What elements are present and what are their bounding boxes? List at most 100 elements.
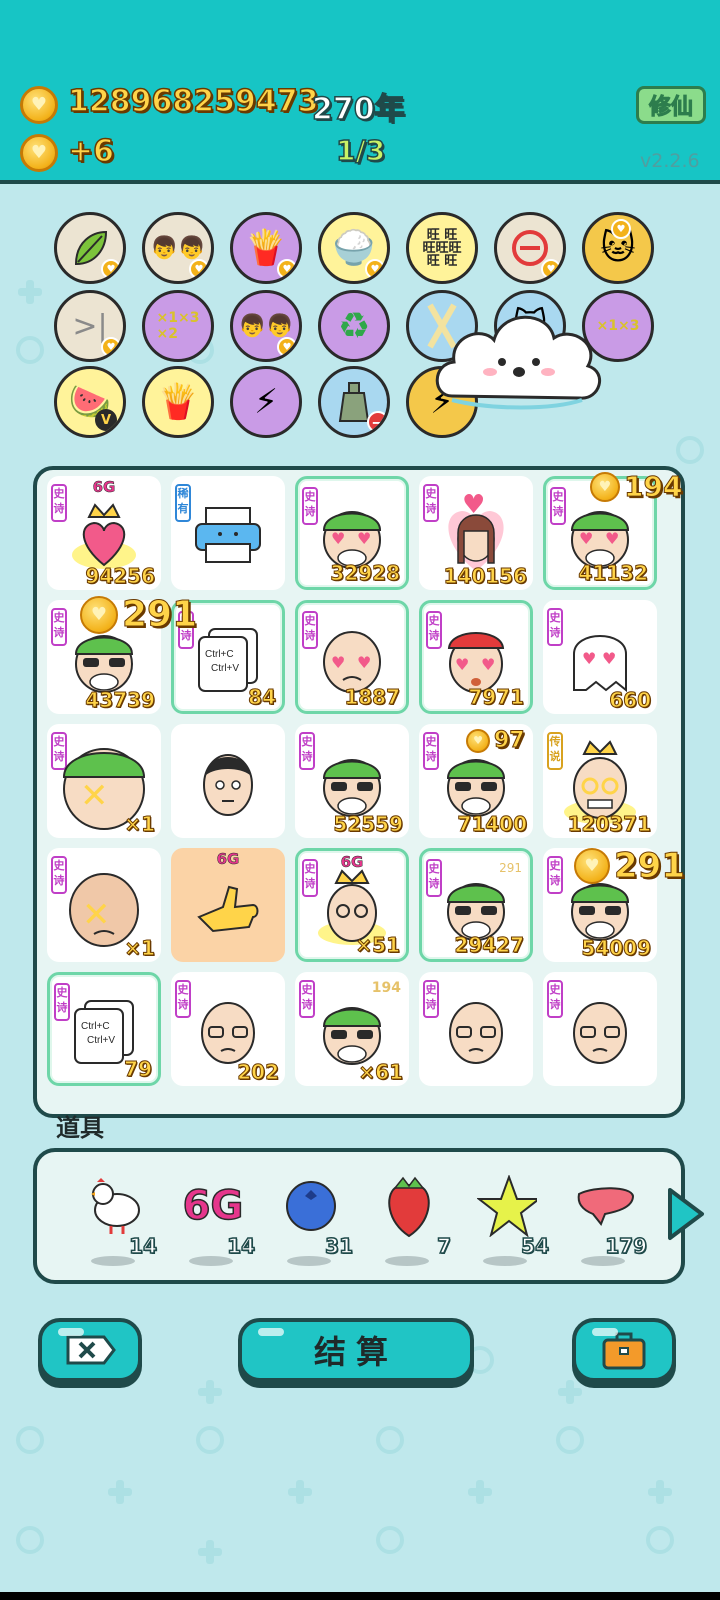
nav-bar [0,1592,720,1600]
board-cell[interactable]: 史诗 [543,972,657,1086]
cats-buff-icon[interactable]: 🐱 ♥ [582,212,654,284]
coin-bubble[interactable]: ♥ 194 [590,470,683,504]
svg-text:♥: ♥ [481,655,495,674]
cell-count: 84 [248,685,277,710]
liver-icon [575,1176,635,1236]
rarity-tag: 史诗 [299,980,315,1018]
fries-buff-icon[interactable]: 🍟 ♥ [230,212,302,284]
tool-count: 14 [226,1233,255,1259]
twins-buff-icon[interactable]: 👦👦 ♥ [142,212,214,284]
chevron-right-icon[interactable] [666,1186,706,1242]
6g-badge: 6G [92,478,116,497]
cloud-mascot-icon[interactable] [432,300,602,420]
coin-bubble-value: 291 [121,594,198,636]
blueberry-icon [281,1176,341,1236]
cell-count: 94256 [85,564,156,589]
rarity-tag: 史诗 [426,859,442,897]
tool-item[interactable]: 14 [77,1176,158,1266]
recycle-buff-icon[interactable]: ♻ [318,290,390,362]
board-cell[interactable]: 史诗 52559 [295,724,409,838]
mini-coin-bubble: 194 [371,980,401,996]
cell-count: 7971 [468,685,525,710]
coin-total: 128968259473 [67,83,319,120]
cell-count: 660 [609,688,652,713]
board-cell[interactable]: 史诗 ♥ ♥ 32928 [295,476,409,590]
board-cell[interactable]: 史诗 202 [171,972,285,1086]
tool-item[interactable]: 179 [567,1176,648,1266]
fruit-bowl-buff-icon[interactable]: 🍉 V [54,366,126,438]
tools-label: 道具 [56,1114,104,1142]
board-cell[interactable]: 史诗 ♥ ♥ 7971 [419,600,533,714]
settle-button[interactable]: 结算 [238,1318,474,1382]
coin-rate: +6 [67,133,115,170]
svg-text:♥: ♥ [602,649,616,668]
tool-item[interactable]: 31 [273,1176,354,1266]
coin-icon: ♥ [574,848,610,884]
cell-count: 202 [237,1060,280,1085]
coin-bubble[interactable]: ♥ 97 [466,728,525,754]
rarity-tag: 史诗 [547,856,563,894]
coin-icon: ♥ [20,86,58,124]
board-cell[interactable]: 史诗 [419,972,533,1086]
multiplier-buff-icon[interactable]: ×1×3 ×2 [142,290,214,362]
close-button[interactable] [38,1318,142,1382]
board-cell[interactable]: 稀有 [171,476,285,590]
page-indicator[interactable]: 1/3 [335,133,386,168]
board-cell[interactable]: 史诗 ✕ ×1 [47,848,161,962]
cultivate-button[interactable]: 修仙 [636,86,706,124]
coin-bubble[interactable]: ♥ 291 [574,846,685,887]
tool-item[interactable]: 54 [469,1175,550,1266]
tool-count: 7 [436,1233,451,1259]
cell-count: 52559 [333,812,404,837]
lightning-jar-buff-icon[interactable]: ⚡ [230,366,302,438]
board-cell[interactable]: 传说 120371 [543,724,657,838]
board-cell[interactable]: 史诗 ♥ 140156 [419,476,533,590]
skip-buff-icon[interactable]: >| ♥ [54,290,126,362]
board-cell[interactable]: 史诗 ✕ ×1 [47,724,161,838]
version-label: v2.2.6 [640,150,700,172]
rarity-tag: 史诗 [547,608,563,646]
game-board: 史诗 6G 94256 稀有 史诗 ♥ ♥ 32928 史诗 ♥ 140156 … [33,466,685,1118]
board-cell[interactable]: 史诗 Ctrl+C Ctrl+V 79 [47,972,161,1086]
cell-count: 79 [124,1057,153,1082]
cell-count: ×1 [124,936,156,961]
wang-buff-icon[interactable]: 旺 旺旺旺旺旺 旺 [406,212,478,284]
board-cell[interactable]: 6G [171,848,285,962]
top-status-bar: ♥ 128968259473 270年 修仙 ♥ +6 1/3 v2.2.6 [0,0,720,184]
tool-item[interactable]: 7 [371,1176,452,1266]
board-cell[interactable] [171,724,285,838]
copy-paste-icon: Ctrl+C Ctrl+V [74,1000,134,1065]
6g-icon: 6G [182,1182,244,1230]
svg-text:♥: ♥ [455,655,469,674]
cell-count: 1887 [344,685,401,710]
svg-text:♥: ♥ [331,529,345,548]
coin-icon: ♥ [80,595,118,634]
rarity-tag: 史诗 [423,980,439,1018]
leaf-buff-icon[interactable]: ♥ [54,212,126,284]
rice-bowl-buff-icon[interactable]: 🍚 ♥ [318,212,390,284]
minus-buff-icon[interactable]: ♥ [494,212,566,284]
board-cell[interactable]: 史诗 291 29427 [419,848,533,962]
garbage-bag-buff-icon[interactable]: − [318,366,390,438]
tool-count: 14 [128,1233,157,1259]
board-cell[interactable]: 史诗 194 ×61 [295,972,409,1086]
strawberry-icon [379,1176,439,1238]
board-cell[interactable]: 史诗 ♥ ♥ 660 [543,600,657,714]
tool-count: 31 [324,1233,353,1259]
twins-purple-buff-icon[interactable]: 👦👦 ♥ [230,290,302,362]
cell-count: 32928 [330,561,401,586]
cell-count: 41132 [578,561,649,586]
green-hair-sunglasses-face-icon [322,759,382,818]
bag-button[interactable] [572,1318,676,1382]
board-cell[interactable]: 史诗 6G ×51 [295,848,409,962]
tool-item[interactable]: 6G 14 [175,1176,256,1266]
board-cell[interactable]: 史诗 6G 94256 [47,476,161,590]
board-cell[interactable]: 史诗 ♥ ♥ 1887 [295,600,409,714]
svg-text:♥: ♥ [579,529,593,548]
coin-bubble[interactable]: ♥ 291 [80,594,198,636]
rarity-tag: 史诗 [547,980,563,1018]
svg-text:Ctrl+V: Ctrl+V [211,663,239,674]
rarity-tag: 史诗 [51,608,67,646]
coin-bubble-value: 194 [623,470,683,504]
fries-lightning-buff-icon[interactable]: 🍟 [142,366,214,438]
